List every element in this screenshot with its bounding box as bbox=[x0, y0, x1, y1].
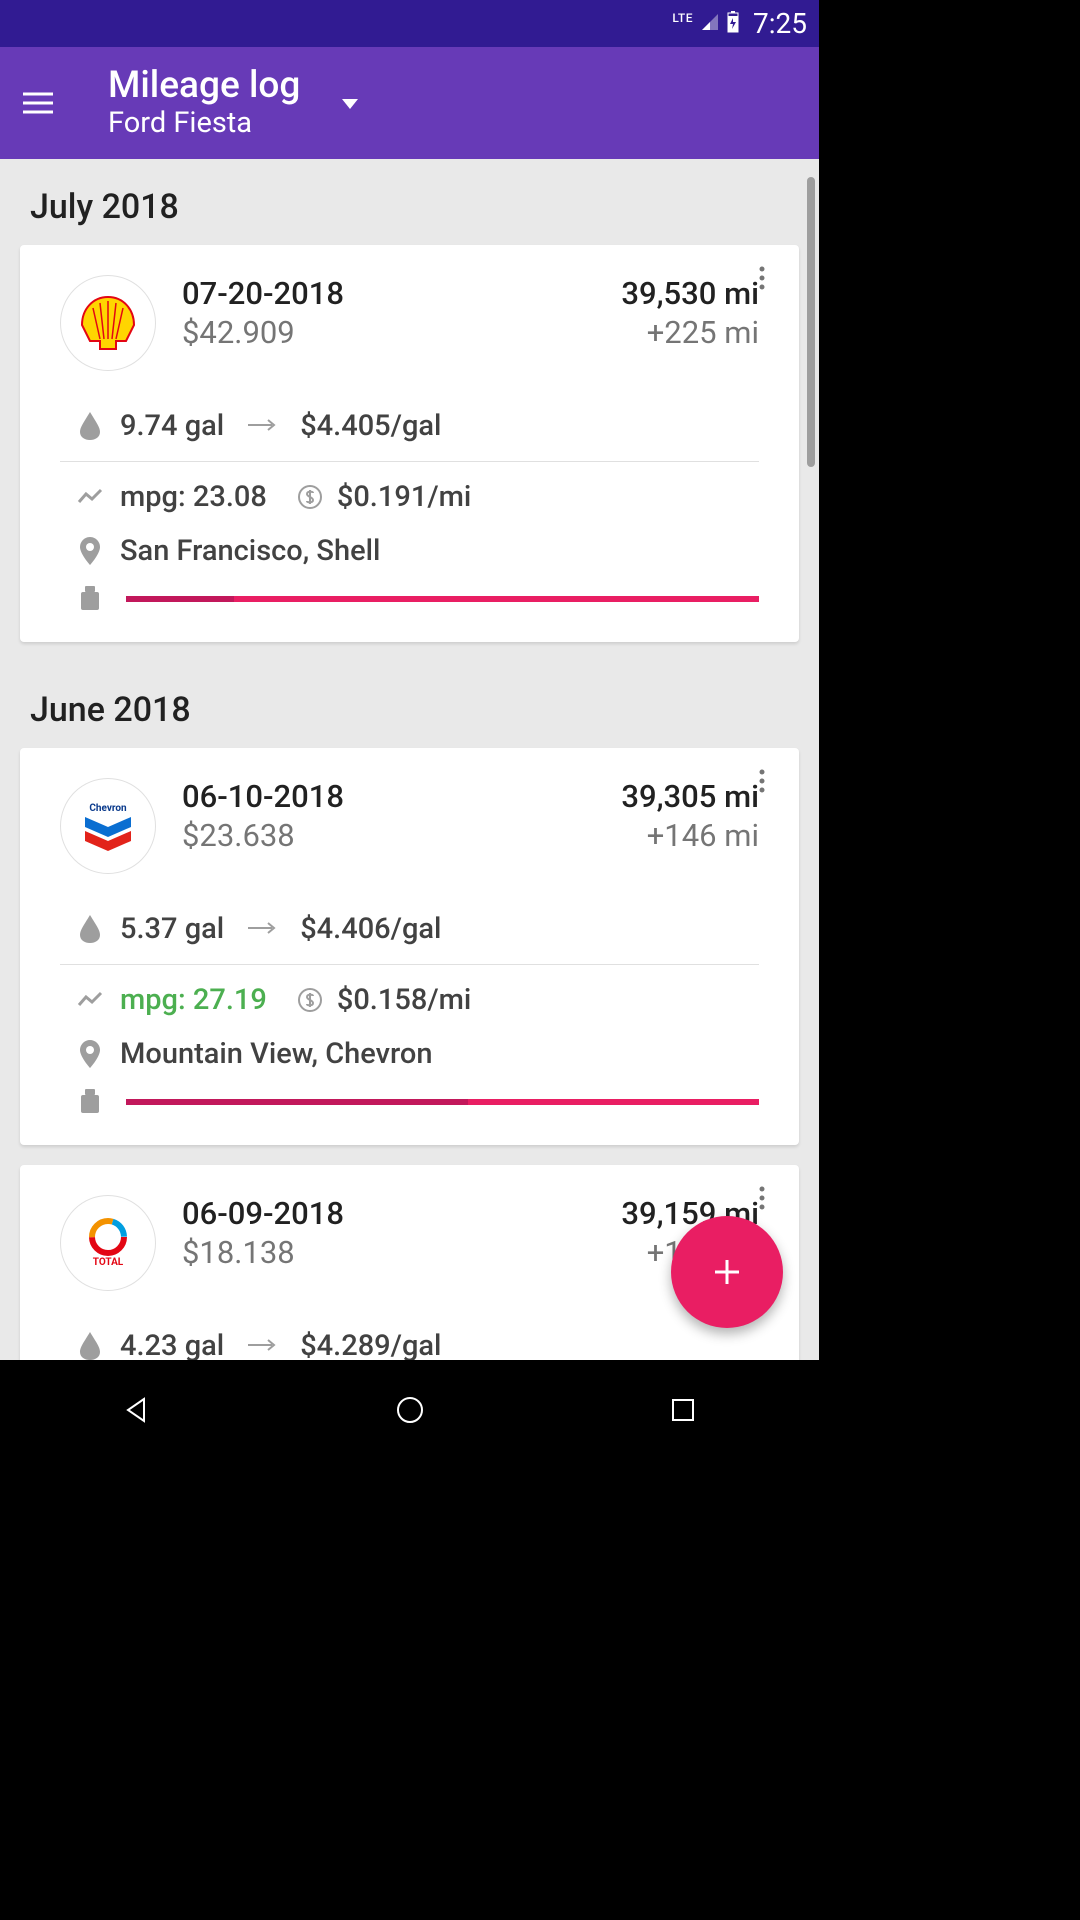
chevron-down-icon bbox=[342, 94, 358, 113]
signal-icon bbox=[701, 13, 719, 35]
scrollbar-thumb[interactable] bbox=[807, 177, 815, 467]
back-button[interactable] bbox=[107, 1390, 167, 1430]
recents-button[interactable] bbox=[653, 1390, 713, 1430]
drop-icon bbox=[60, 1332, 120, 1360]
entry-price-per-gal: $4.406/gal bbox=[300, 912, 441, 946]
arrow-right-icon bbox=[248, 920, 276, 939]
content-scroll[interactable]: July 2018 07-20-2018 $42.909 39,530 mi +… bbox=[0, 159, 819, 1360]
page-title: Mileage log bbox=[108, 67, 300, 104]
svg-text:Chevron: Chevron bbox=[89, 803, 127, 814]
fuel-tank-icon bbox=[60, 1089, 120, 1115]
arrow-right-icon bbox=[248, 417, 276, 436]
entry-mpg: mpg: 27.19 bbox=[120, 983, 267, 1017]
entry-volume: 5.37 gal bbox=[120, 912, 224, 946]
clock: 7:25 bbox=[753, 7, 807, 40]
entry-location: Mountain View, Chevron bbox=[120, 1037, 433, 1071]
entry-delta: +225 mi bbox=[621, 314, 759, 351]
chart-line-icon bbox=[60, 991, 120, 1009]
card-menu-button[interactable] bbox=[747, 766, 777, 796]
entry-cost: $42.909 bbox=[182, 314, 595, 351]
card-menu-button[interactable] bbox=[747, 1183, 777, 1213]
entry-volume: 9.74 gal bbox=[120, 409, 224, 443]
entry-delta: +146 mi bbox=[621, 817, 759, 854]
entry-price-per-gal: $4.289/gal bbox=[300, 1329, 441, 1360]
drop-icon bbox=[60, 412, 120, 440]
network-indicator: LTE bbox=[672, 11, 693, 25]
entry-odometer: 39,305 mi bbox=[621, 778, 759, 815]
entry-odometer: 39,530 mi bbox=[621, 275, 759, 312]
android-nav-bar bbox=[0, 1360, 819, 1460]
month-header: July 2018 bbox=[0, 159, 819, 245]
app-bar: Mileage log Ford Fiesta bbox=[0, 47, 819, 159]
shell-logo-icon bbox=[60, 275, 156, 371]
entry-price-per-gal: $4.405/gal bbox=[300, 409, 441, 443]
month-header: June 2018 bbox=[0, 662, 819, 748]
dollar-circle-icon bbox=[297, 987, 323, 1013]
entry-mpg: mpg: 23.08 bbox=[120, 480, 267, 514]
tank-level-bar bbox=[126, 1099, 759, 1105]
entry-cost: $18.138 bbox=[182, 1234, 595, 1271]
entry-location: San Francisco, Shell bbox=[120, 534, 380, 568]
tank-level-bar bbox=[126, 596, 759, 602]
dollar-circle-icon bbox=[297, 484, 323, 510]
entry-date: 06-10-2018 bbox=[182, 778, 595, 815]
arrow-right-icon bbox=[248, 1337, 276, 1356]
status-bar: LTE 7:25 bbox=[0, 0, 819, 47]
title-dropdown[interactable]: Mileage log Ford Fiesta bbox=[108, 67, 300, 140]
add-fillup-fab[interactable] bbox=[671, 1216, 783, 1328]
vehicle-name: Ford Fiesta bbox=[108, 106, 300, 140]
location-pin-icon bbox=[60, 1040, 120, 1068]
entry-date: 06-09-2018 bbox=[182, 1195, 595, 1232]
chevron-logo-icon: Chevron bbox=[60, 778, 156, 874]
fillup-card[interactable]: 07-20-2018 $42.909 39,530 mi +225 mi 9.7… bbox=[20, 245, 799, 642]
chart-line-icon bbox=[60, 488, 120, 506]
fillup-card[interactable]: Chevron 06-10-2018 $23.638 39,305 mi +14… bbox=[20, 748, 799, 1145]
svg-text:TOTAL: TOTAL bbox=[93, 1257, 124, 1268]
entry-volume: 4.23 gal bbox=[120, 1329, 224, 1360]
battery-charging-icon bbox=[727, 11, 739, 37]
entry-date: 07-20-2018 bbox=[182, 275, 595, 312]
entry-cost: $23.638 bbox=[182, 817, 595, 854]
fuel-tank-icon bbox=[60, 586, 120, 612]
location-pin-icon bbox=[60, 537, 120, 565]
card-menu-button[interactable] bbox=[747, 263, 777, 293]
home-button[interactable] bbox=[380, 1390, 440, 1430]
entry-cost-per-mi: $0.191/mi bbox=[337, 480, 471, 514]
menu-button[interactable] bbox=[18, 92, 58, 114]
entry-cost-per-mi: $0.158/mi bbox=[337, 983, 471, 1017]
total-logo-icon: TOTAL bbox=[60, 1195, 156, 1291]
drop-icon bbox=[60, 915, 120, 943]
